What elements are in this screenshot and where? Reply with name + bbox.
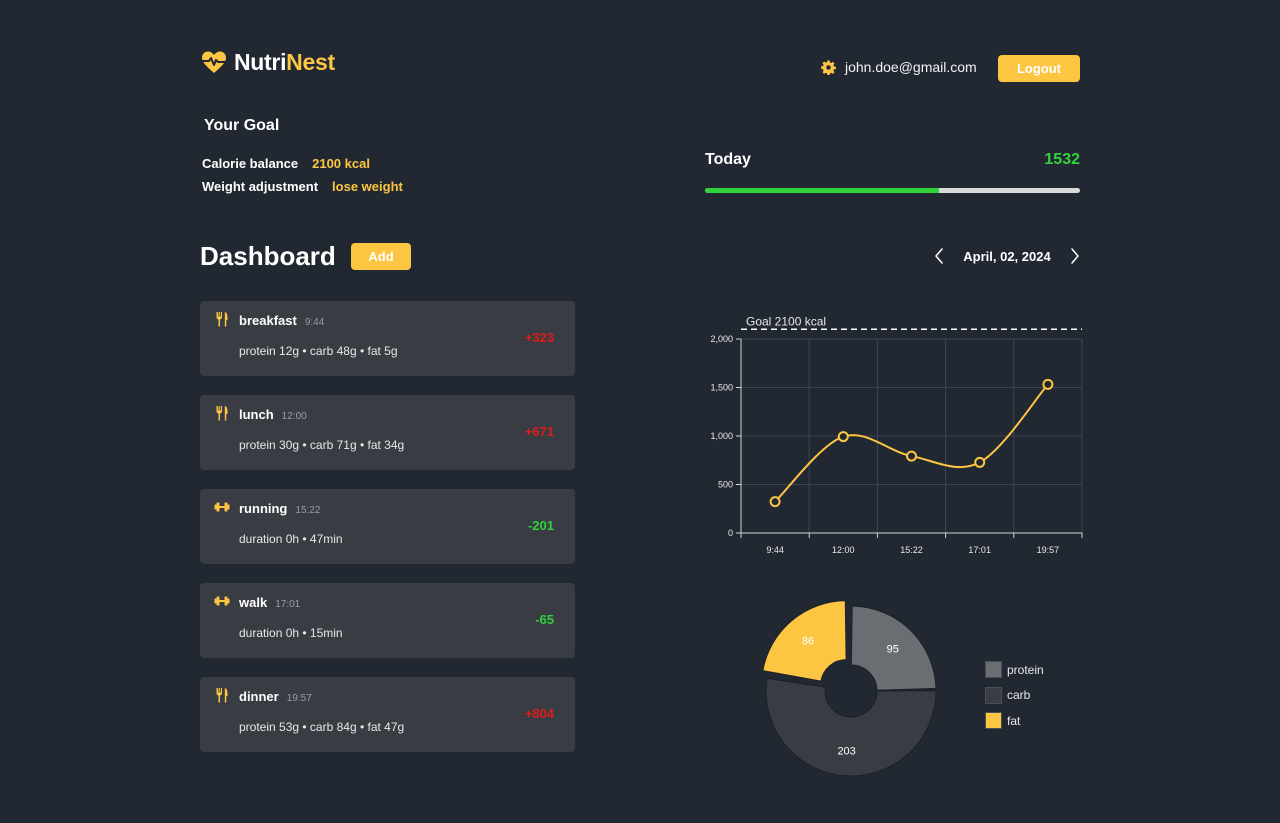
legend-swatch [985,686,1002,704]
slice-label-protein: 95 [887,644,899,656]
entry-title: running 15:22 [239,501,320,516]
legend-swatch [985,712,1002,730]
heart-pulse-icon [202,51,226,73]
goal-title: Your Goal [204,117,280,134]
entry-title: walk 17:01 [239,595,300,610]
weight-adjustment-label: Weight adjustment [202,179,319,194]
entry-name: walk [239,595,268,610]
data-point [906,450,917,462]
entry-title: lunch 12:00 [239,407,307,422]
y-tick-label: 2,000 [710,334,733,344]
y-tick-label: 0 [728,528,733,538]
brand-name-part2: Nest [286,49,335,75]
today-calories: 1532 [1044,151,1080,168]
macro-donut-chart: 95 203 86 [762,600,937,777]
calorie-progress-fill [705,188,939,193]
entry-card[interactable]: walk 17:01 duration 0h • 15min -65 [200,583,575,658]
entry-calories: +323 [524,330,554,345]
entry-calories: -201 [527,518,554,533]
gear-icon[interactable] [821,59,836,75]
legend-swatch [985,661,1002,679]
y-tick-label: 500 [718,480,733,490]
entry-calories: -65 [535,612,554,627]
calorie-balance-row: Calorie balance 2100 kcal [202,156,370,171]
legend-item-fat: fat [985,708,1044,734]
entry-list: breakfast 9:44 protein 12g • carb 48g • fa… [200,301,575,771]
brand-logo[interactable]: NutriNest [201,49,335,76]
entry-card[interactable]: running 15:22 duration 0h • 47min -201 [200,489,575,564]
data-point [769,496,781,508]
entry-time: 17:01 [275,599,301,610]
slice-label-fat: 86 [802,635,814,647]
user-email: john.doe@gmail.com [845,59,977,75]
data-point [974,456,986,468]
dumbbell-icon [214,593,230,609]
today-label: Today [705,151,751,168]
entry-calories: +671 [524,424,554,439]
entry-name: dinner [239,689,279,704]
fork-knife-icon [214,311,230,327]
y-tick-label: 1,000 [710,431,733,441]
goal-line-label: Goal 2100 kcal [746,314,826,328]
add-entry-button[interactable]: Add [351,243,411,270]
fork-knife-icon [214,687,230,703]
entry-time: 19:57 [286,693,312,704]
macro-legend: protein carb fat [985,657,1044,734]
entry-time: 15:22 [295,505,321,516]
weight-adjustment-value: lose weight [332,179,403,194]
dashboard-title: Dashboard [200,241,336,271]
user-menu[interactable]: john.doe@gmail.com [821,59,977,75]
legend-item-carb: carb [985,683,1044,709]
calorie-line-chart: 0 500 1,000 1,500 2,000 9:44 12:00 15:22 17:01 19… [710,314,1083,555]
entry-name: breakfast [239,313,297,328]
x-tick-label: 9:44 [766,545,784,555]
legend-label: protein [1007,662,1044,677]
entry-detail: duration 0h • 47min [239,532,343,546]
entry-name: running [239,501,288,516]
brand-name-part1: Nutri [234,49,287,75]
entry-card[interactable]: lunch 12:00 protein 30g • carb 71g • fat 3… [200,395,575,470]
calorie-balance-value: 2100 kcal [312,156,370,171]
entry-name: lunch [239,407,274,422]
entry-time: 9:44 [304,317,325,328]
legend-item-protein: protein [985,657,1044,683]
entry-title: dinner 19:57 [239,689,312,704]
legend-label: fat [1007,713,1021,728]
slice-carb [765,677,937,777]
entry-card[interactable]: dinner 19:57 protein 53g • carb 84g • fat … [200,677,575,752]
fork-knife-icon [214,405,230,421]
x-tick-label: 19:57 [1037,545,1060,555]
calorie-balance-label: Calorie balance [202,156,299,171]
logout-button[interactable]: Logout [998,55,1080,82]
dumbbell-icon [214,499,230,515]
x-tick-label: 12:00 [832,545,855,555]
entry-detail: protein 53g • carb 84g • fat 47g [239,720,405,734]
date-navigator: April, 02, 2024 [932,246,1082,266]
calorie-progress-bar [705,188,1080,193]
brand-name: NutriNest [234,49,335,76]
data-point [837,431,849,443]
x-tick-label: 15:22 [900,545,923,555]
entry-title: breakfast 9:44 [239,313,324,328]
entry-detail: protein 30g • carb 71g • fat 34g [239,438,405,452]
entry-calories: +804 [524,706,554,721]
y-tick-label: 1,500 [710,383,733,393]
entry-card[interactable]: breakfast 9:44 protein 12g • carb 48g • fa… [200,301,575,376]
data-point [1042,378,1054,390]
chevron-left-icon[interactable] [932,246,946,266]
x-tick-label: 17:01 [968,545,991,555]
slice-label-carb: 203 [837,745,855,757]
entry-detail: protein 12g • carb 48g • fat 5g [239,344,398,358]
current-date: April, 02, 2024 [963,248,1051,264]
legend-label: carb [1007,688,1031,703]
entry-detail: duration 0h • 15min [239,626,343,640]
chevron-right-icon[interactable] [1068,246,1082,266]
weight-adjustment-row: Weight adjustment lose weight [202,179,403,194]
entry-time: 12:00 [281,411,307,422]
